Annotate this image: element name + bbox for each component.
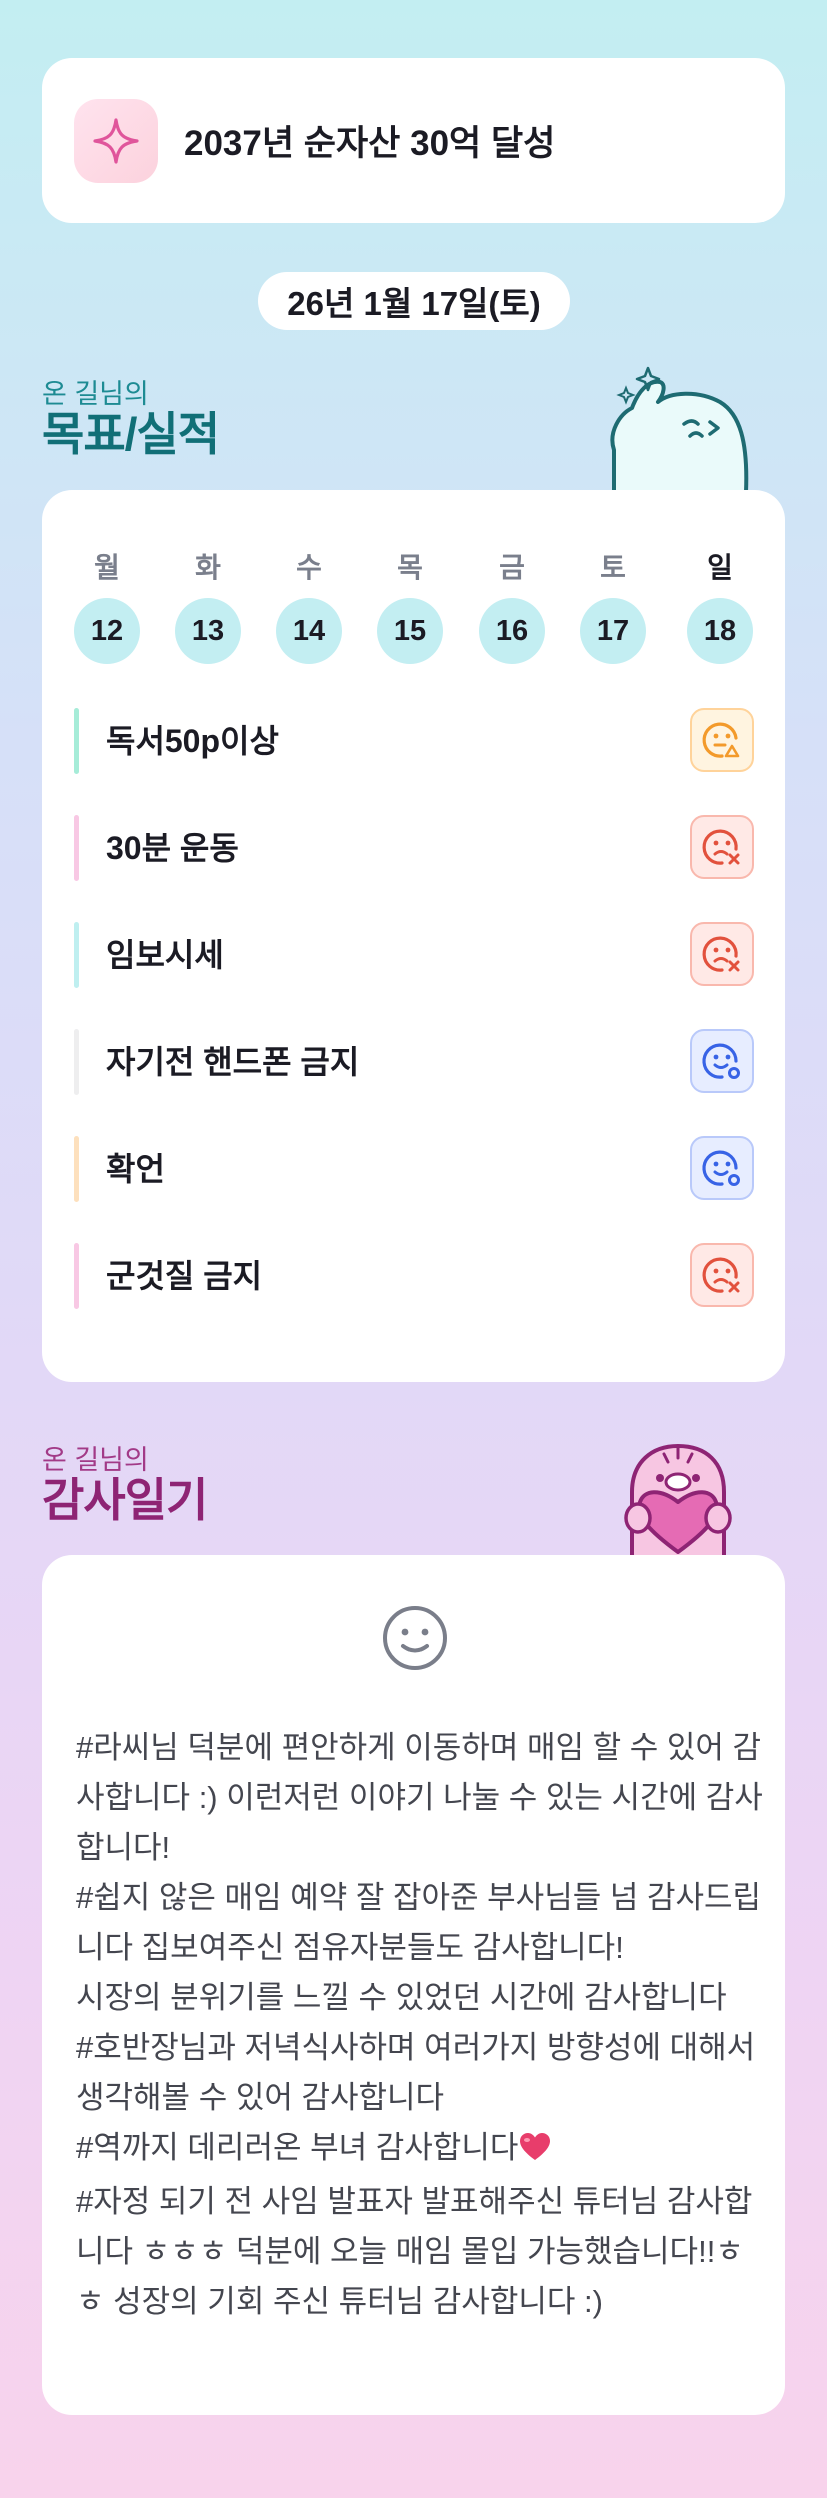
- day-date-button[interactable]: 17: [580, 598, 646, 664]
- day-date-button[interactable]: 15: [377, 598, 443, 664]
- goal-title: 2037년 순자산 30억 달성: [184, 124, 556, 163]
- mascot-ghost-illustration: [598, 362, 758, 497]
- task-color-bar: [74, 1243, 79, 1309]
- done-circle-face-icon[interactable]: [690, 1029, 754, 1093]
- goals-section-title: 목표/실적: [42, 408, 220, 460]
- goal-card[interactable]: 2037년 순자산 30억 달성: [42, 58, 785, 223]
- fail-x-face-icon[interactable]: [690, 815, 754, 879]
- goals-card: 월 화 수 목 금 토 일 12 13 14 15 16 17 18 독서50p이상 30분 운동임보시세…: [42, 490, 785, 1382]
- task-row[interactable]: 자기전 핸드폰 금지: [74, 1029, 754, 1095]
- task-row[interactable]: 30분 운동: [74, 815, 754, 881]
- task-label: 자기전 핸드폰 금지: [106, 1044, 360, 1080]
- day-date-button[interactable]: 14: [276, 598, 342, 664]
- done-circle-face-icon[interactable]: [690, 1136, 754, 1200]
- smiley-face-icon: [382, 1605, 448, 1676]
- heart-icon: [518, 2127, 552, 2177]
- day-date-button[interactable]: 16: [479, 598, 545, 664]
- fail-x-face-icon[interactable]: [690, 922, 754, 986]
- task-row[interactable]: 독서50p이상: [74, 708, 754, 774]
- partial-triangle-face-icon[interactable]: [690, 708, 754, 772]
- day-name: 목: [397, 552, 423, 583]
- task-color-bar: [74, 1136, 79, 1202]
- task-label: 30분 운동: [106, 830, 239, 866]
- gratitude-card[interactable]: #라씨님 덕분에 편안하게 이동하며 매임 할 수 있어 감사합니다 :) 이런…: [42, 1555, 785, 2415]
- task-label: 확언: [106, 1151, 165, 1187]
- sparkle-star-icon: [74, 98, 158, 183]
- day-name: 일: [707, 552, 733, 583]
- task-color-bar: [74, 815, 79, 881]
- task-color-bar: [74, 1029, 79, 1095]
- task-label: 군것질 금지: [106, 1258, 263, 1294]
- date-label[interactable]: 26년 1월 17일(토): [258, 272, 570, 330]
- task-label: 독서50p이상: [106, 723, 279, 759]
- day-name: 토: [600, 552, 626, 583]
- task-color-bar: [74, 922, 79, 988]
- day-name: 화: [195, 552, 221, 583]
- day-date-button[interactable]: 18: [687, 598, 753, 664]
- day-name: 수: [296, 552, 322, 583]
- task-label: 임보시세: [106, 937, 224, 973]
- day-date-button[interactable]: 12: [74, 598, 140, 664]
- task-row[interactable]: 임보시세: [74, 922, 754, 988]
- mascot-heart-illustration: [598, 1432, 758, 1562]
- day-date-button[interactable]: 13: [175, 598, 241, 664]
- gratitude-section-title: 감사일기: [42, 1474, 208, 1526]
- task-row[interactable]: 확언: [74, 1136, 754, 1202]
- gratitude-entry-text: #라씨님 덕분에 편안하게 이동하며 매임 할 수 있어 감사합니다 :) 이런…: [76, 1730, 763, 2165]
- gratitude-text: #라씨님 덕분에 편안하게 이동하며 매임 할 수 있어 감사합니다 :) 이런…: [76, 1723, 766, 2327]
- fail-x-face-icon[interactable]: [690, 1243, 754, 1307]
- day-name: 금: [499, 552, 525, 583]
- day-name: 월: [94, 552, 120, 583]
- task-row[interactable]: 군것질 금지: [74, 1243, 754, 1309]
- task-color-bar: [74, 708, 79, 774]
- gratitude-entry-text-continued: #자정 되기 전 사임 발표자 발표해주신 튜터님 감사합니다 ㅎㅎㅎ 덕분에 …: [76, 2184, 753, 2319]
